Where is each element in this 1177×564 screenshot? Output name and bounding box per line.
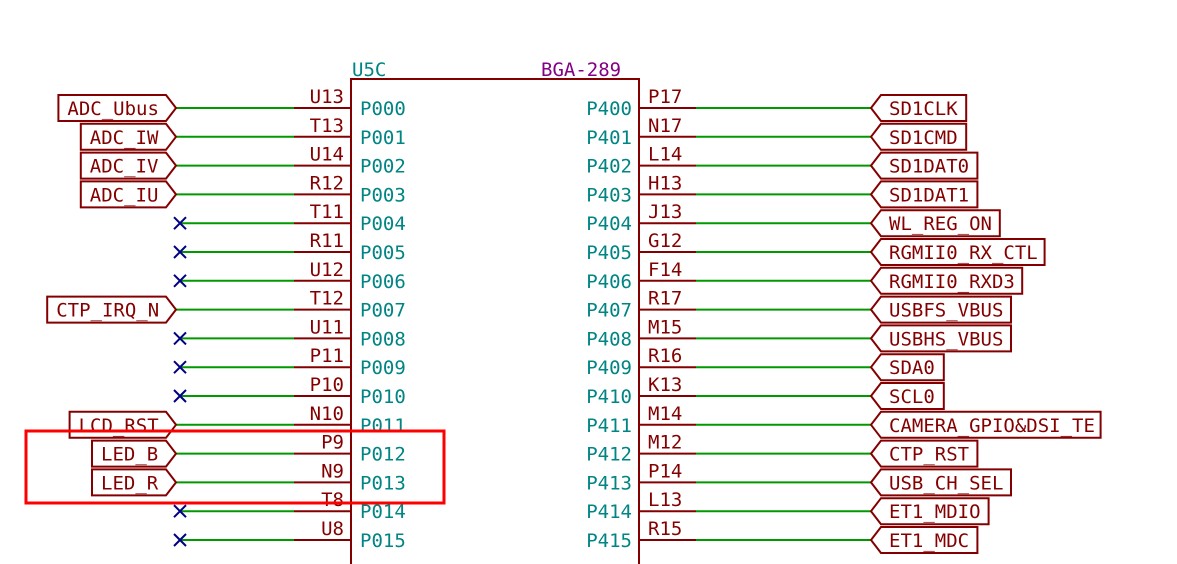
ball-number: F14 xyxy=(648,259,682,281)
pin-name: P408 xyxy=(586,328,632,350)
ball-number: U14 xyxy=(310,144,344,166)
net-label: ET1_MDC xyxy=(889,530,969,552)
net-label: RGMII0_RX_CTL xyxy=(889,242,1038,264)
ball-number: R16 xyxy=(648,345,682,367)
pin-name: P002 xyxy=(360,156,406,178)
component-package: BGA-289 xyxy=(541,59,621,81)
ball-number: T8 xyxy=(321,489,344,511)
pin-name: P006 xyxy=(360,271,406,293)
net-label: ADC_IV xyxy=(90,156,159,178)
pin-name: P400 xyxy=(586,98,632,120)
net-label: USB_CH_SEL xyxy=(889,472,1003,494)
component-reference: U5C xyxy=(352,59,386,81)
ball-number: M14 xyxy=(648,403,682,425)
ball-number: U11 xyxy=(310,316,344,338)
pin-name: P008 xyxy=(360,328,406,350)
ball-number: N17 xyxy=(648,115,682,137)
pin-name: P005 xyxy=(360,242,406,264)
net-label: ADC_IW xyxy=(90,127,159,149)
pin-name: P009 xyxy=(360,357,406,379)
net-label: CAMERA_GPIO&DSI_TE xyxy=(889,415,1095,437)
net-label: SD1DAT1 xyxy=(889,184,969,206)
pin-name: P403 xyxy=(586,184,632,206)
ball-number: P11 xyxy=(310,345,344,367)
net-label: RGMII0_RXD3 xyxy=(889,271,1015,293)
ball-number: T13 xyxy=(310,115,344,137)
pin-name: P415 xyxy=(586,530,632,552)
pin-name: P411 xyxy=(586,415,632,437)
pin-name: P412 xyxy=(586,444,632,466)
ball-number: T11 xyxy=(310,201,344,223)
net-label: ET1_MDIO xyxy=(889,501,981,523)
pin-name: P003 xyxy=(360,184,406,206)
ball-number: R11 xyxy=(310,230,344,252)
net-label: USBFS_VBUS xyxy=(889,300,1003,322)
pin-name: P013 xyxy=(360,472,406,494)
ball-number: L14 xyxy=(648,144,682,166)
pin-name: P401 xyxy=(586,127,632,149)
ball-number: R15 xyxy=(648,518,682,540)
net-label: LCD_RST xyxy=(79,415,159,437)
pin-p400: SD1CLK P17 P400 xyxy=(586,86,968,122)
pin-name: P410 xyxy=(586,386,632,408)
pin-name: P413 xyxy=(586,472,632,494)
ball-number: L13 xyxy=(648,489,682,511)
net-label: USBHS_VBUS xyxy=(889,328,1003,350)
ball-number: R17 xyxy=(648,288,682,310)
ball-number: T12 xyxy=(310,288,344,310)
net-label: SD1CLK xyxy=(889,98,958,120)
ball-number: M15 xyxy=(648,316,682,338)
ball-number: U8 xyxy=(321,518,344,540)
net-label: LED_R xyxy=(101,472,159,494)
net-label: ADC_Ubus xyxy=(67,98,159,120)
net-label: ADC_IU xyxy=(90,184,159,206)
ball-number: P14 xyxy=(648,460,682,482)
net-label: WL_REG_ON xyxy=(889,213,992,235)
net-label: SDA0 xyxy=(889,357,935,379)
pin-name: P001 xyxy=(360,127,406,149)
ball-number: P10 xyxy=(310,374,344,396)
ball-number: P17 xyxy=(648,86,682,108)
pin-name: P405 xyxy=(586,242,632,264)
pin-name: P409 xyxy=(586,357,632,379)
ball-number: U13 xyxy=(310,86,344,108)
ball-number: N10 xyxy=(310,403,344,425)
ball-number: K13 xyxy=(648,374,682,396)
pin-name: P015 xyxy=(360,530,406,552)
ball-number: G12 xyxy=(648,230,682,252)
ball-number: J13 xyxy=(648,201,682,223)
ball-number: U12 xyxy=(310,259,344,281)
net-label: SD1CMD xyxy=(889,127,958,149)
right-pin-group: SD1CLK P17 P400 SD1CMD N17 P401 SD1DAT0 L14 P402… xyxy=(586,86,1102,554)
pin-name: P007 xyxy=(360,300,406,322)
net-label: LED_B xyxy=(101,444,158,466)
pin-name: P404 xyxy=(586,213,632,235)
pin-name: P004 xyxy=(360,213,406,235)
net-label: CTP_IRQ_N xyxy=(56,300,159,322)
pin-name: P407 xyxy=(586,300,632,322)
ball-number: M12 xyxy=(648,432,682,454)
net-label: SCL0 xyxy=(889,386,935,408)
pin-p011: LCD_RST N10 P011 xyxy=(68,403,406,439)
pin-name: P406 xyxy=(586,271,632,293)
pin-name: P011 xyxy=(360,415,406,437)
pin-name: P414 xyxy=(586,501,632,523)
ball-number: P9 xyxy=(321,432,344,454)
ball-number: H13 xyxy=(648,172,682,194)
pin-p000: ADC_Ubus U13 P000 xyxy=(57,86,406,122)
pin-name: P000 xyxy=(360,98,406,120)
pin-name: P012 xyxy=(360,444,406,466)
pin-name: P010 xyxy=(360,386,406,408)
net-label: SD1DAT0 xyxy=(889,156,969,178)
net-label: CTP_RST xyxy=(889,444,969,466)
ball-number: N9 xyxy=(321,460,344,482)
schematic-canvas: U5C BGA-289 ADC_Ubus U13 P000 ADC_IW T13 P001… xyxy=(24,59,1102,564)
ball-number: R12 xyxy=(310,172,344,194)
pin-name: P402 xyxy=(586,156,632,178)
